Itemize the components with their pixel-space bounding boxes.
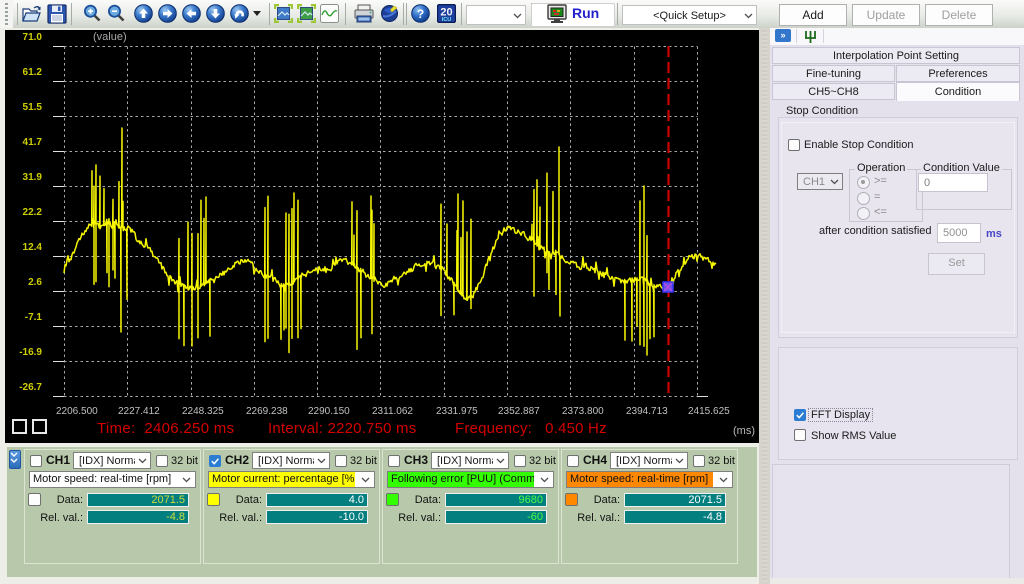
svg-text:?: ? [417,7,424,21]
svg-text:ICU: ICU [442,17,452,23]
